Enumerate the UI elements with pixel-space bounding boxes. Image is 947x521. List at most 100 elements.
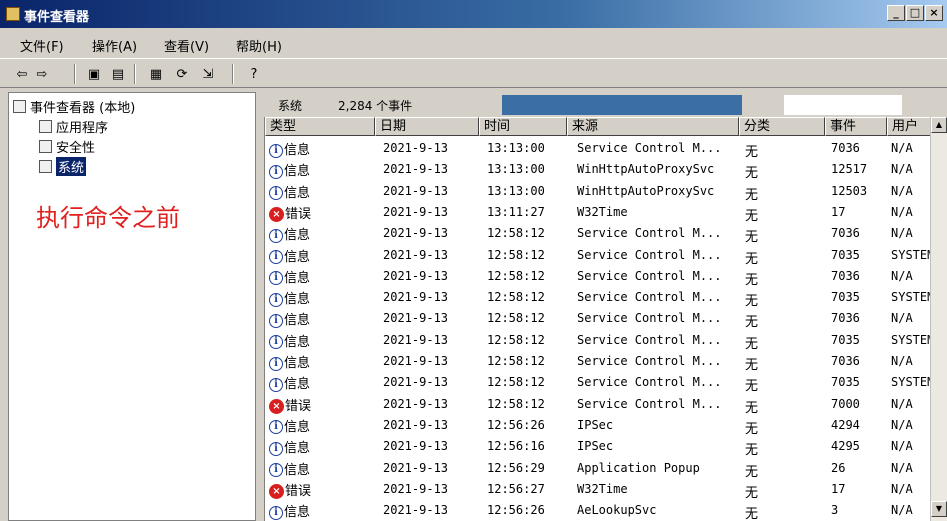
tree-item-label: 应用程序: [56, 121, 109, 136]
tree-item-security[interactable]: 安全性: [39, 137, 95, 156]
cell-time: 12:58:12: [487, 268, 545, 283]
forward-arrow-icon[interactable]: ⇨: [32, 64, 52, 84]
up-level-icon[interactable]: ▣: [84, 64, 104, 84]
cell-time: 13:13:00: [487, 141, 545, 155]
cell-date: 2021-9-13: [383, 396, 449, 411]
cell-time: 12:58:12: [487, 226, 545, 241]
table-row[interactable]: i 信息 2021-9-13 13:13:00 WinHttpAutoProxySvc 无…: [265, 180, 947, 203]
info-icon: i: [269, 335, 283, 350]
cell-date: 2021-9-13: [383, 460, 449, 475]
menu-action[interactable]: 操作(A): [92, 36, 137, 55]
tree-item-application[interactable]: 应用程序: [39, 117, 108, 136]
info-icon: i: [269, 186, 283, 201]
table-row[interactable]: i 信息 2021-9-13 12:56:26 IPSec 无 4294 N/A: [265, 414, 947, 437]
cell-source: Service Control M...: [577, 311, 722, 326]
table-row[interactable]: × 错误 2021-9-13 12:58:12 Service Control M...…: [265, 393, 947, 416]
table-row[interactable]: i 信息 2021-9-13 12:56:29 Application Popup 无 26…: [265, 457, 947, 480]
cell-event: 17: [831, 481, 846, 496]
scroll-down-arrow-icon[interactable]: ▼: [931, 501, 947, 517]
table-row[interactable]: i 信息 2021-9-13 12:58:12 Service Control M...…: [265, 222, 947, 246]
toolbar-separator: [134, 64, 136, 84]
log-icon: [39, 120, 52, 133]
window-title: 事件查看器: [24, 10, 90, 25]
cell-category: 无: [745, 336, 759, 352]
table-row[interactable]: i 信息 2021-9-13 12:58:12 Service Control M...…: [265, 244, 947, 267]
table-row[interactable]: i 信息 2021-9-13 12:58:12 Service Control M...…: [265, 371, 947, 394]
cell-date: 2021-9-13: [383, 354, 449, 368]
type-label: 错误: [285, 398, 312, 414]
menu-view[interactable]: 查看(V): [164, 36, 209, 55]
table-row[interactable]: × 错误 2021-9-13 12:56:27 W32Time 无 17 N/A: [265, 478, 947, 501]
tree-root[interactable]: 事件查看器 (本地): [13, 97, 135, 116]
menu-help[interactable]: 帮助(H): [236, 36, 282, 55]
properties-icon[interactable]: ▦: [146, 64, 166, 84]
cell-date: 2021-9-13: [383, 503, 449, 518]
back-arrow-icon[interactable]: ⇦: [12, 64, 32, 84]
cell-event: 12503: [831, 183, 868, 198]
cell-time: 12:58:12: [487, 290, 545, 305]
column-header-time[interactable]: 时间: [479, 117, 567, 136]
cell-category: 无: [745, 358, 759, 373]
tree-item-system[interactable]: 系统: [39, 157, 87, 176]
cell-source: Service Control M...: [577, 247, 722, 262]
table-row[interactable]: × 错误 2021-9-13 13:11:27 W32Time 无 17 N/A: [265, 201, 947, 224]
column-header-type[interactable]: 类型: [265, 117, 375, 136]
info-icon: i: [269, 271, 283, 286]
table-row[interactable]: i 信息 2021-9-13 12:58:12 Service Control M...…: [265, 286, 947, 309]
table-row[interactable]: i 信息 2021-9-13 13:13:00 Service Control M...…: [265, 137, 947, 160]
table-row[interactable]: i 信息 2021-9-13 12:56:26 AeLookupSvc 无 3 N/A: [265, 499, 947, 521]
close-button[interactable]: ×: [925, 5, 943, 21]
maximize-button[interactable]: □: [906, 5, 924, 21]
toolbar-separator: [74, 64, 76, 84]
info-icon: i: [269, 164, 283, 179]
type-label: 错误: [285, 206, 312, 222]
toolbar-separator: [232, 64, 234, 84]
tree-item-label: 安全性: [56, 141, 96, 156]
scroll-up-arrow-icon[interactable]: ▲: [931, 117, 947, 133]
title-bar: 事件查看器 _ □ ×: [0, 0, 947, 28]
cell-event: 4295: [831, 439, 860, 454]
column-header-date[interactable]: 日期: [375, 117, 479, 136]
cell-source: Service Control M...: [577, 375, 722, 390]
table-row[interactable]: i 信息 2021-9-13 12:58:12 Service Control M...…: [265, 265, 947, 288]
progress-bar: [502, 95, 742, 115]
table-row[interactable]: i 信息 2021-9-13 12:58:12 Service Control M...…: [265, 329, 947, 352]
cell-event: 7035: [831, 375, 860, 390]
table-row[interactable]: i 信息 2021-9-13 13:13:00 WinHttpAutoProxySvc 无…: [265, 158, 947, 182]
cell-type: × 错误: [269, 395, 373, 414]
cell-category: 无: [745, 208, 759, 224]
cell-event: 7036: [831, 268, 860, 283]
console-tree: 事件查看器 (本地) 应用程序 安全性 系统: [8, 92, 256, 521]
table-row[interactable]: i 信息 2021-9-13 12:58:12 Service Control M...…: [265, 307, 947, 330]
cell-category: 无: [745, 443, 759, 459]
table-row[interactable]: i 信息 2021-9-13 12:58:12 Service Control M...…: [265, 350, 947, 373]
progress-track: [784, 95, 902, 115]
column-header-event[interactable]: 事件: [825, 117, 887, 136]
type-label: 信息: [284, 505, 311, 521]
cell-event: 4294: [831, 417, 860, 432]
column-header-category[interactable]: 分类: [739, 117, 825, 136]
cell-category: 无: [745, 166, 759, 182]
vertical-scrollbar[interactable]: ▲ ▼: [930, 117, 947, 521]
refresh-icon[interactable]: ⟳: [172, 64, 192, 84]
help-icon[interactable]: ?: [244, 64, 264, 84]
type-label: 信息: [284, 356, 311, 371]
cell-type: i 信息: [269, 416, 373, 435]
cell-event: 17: [831, 204, 846, 219]
table-row[interactable]: i 信息 2021-9-13 12:56:16 IPSec 无 4295 N/A: [265, 435, 947, 459]
cell-category: 无: [745, 230, 759, 246]
type-label: 信息: [284, 313, 311, 329]
column-header-source[interactable]: 来源: [567, 117, 739, 136]
cell-time: 12:58:12: [487, 354, 545, 368]
info-icon: i: [269, 420, 283, 435]
cell-type: i 信息: [269, 501, 373, 520]
cell-time: 13:11:27: [487, 204, 545, 219]
cell-time: 12:56:27: [487, 481, 545, 496]
minimize-button[interactable]: _: [887, 5, 905, 21]
cell-date: 2021-9-13: [383, 375, 449, 390]
export-list-icon[interactable]: ⇲: [198, 64, 218, 84]
cell-type: i 信息: [269, 267, 373, 286]
cell-category: 无: [745, 251, 759, 267]
show-hide-tree-icon[interactable]: ▤: [108, 64, 128, 84]
menu-file[interactable]: 文件(F): [20, 36, 64, 55]
